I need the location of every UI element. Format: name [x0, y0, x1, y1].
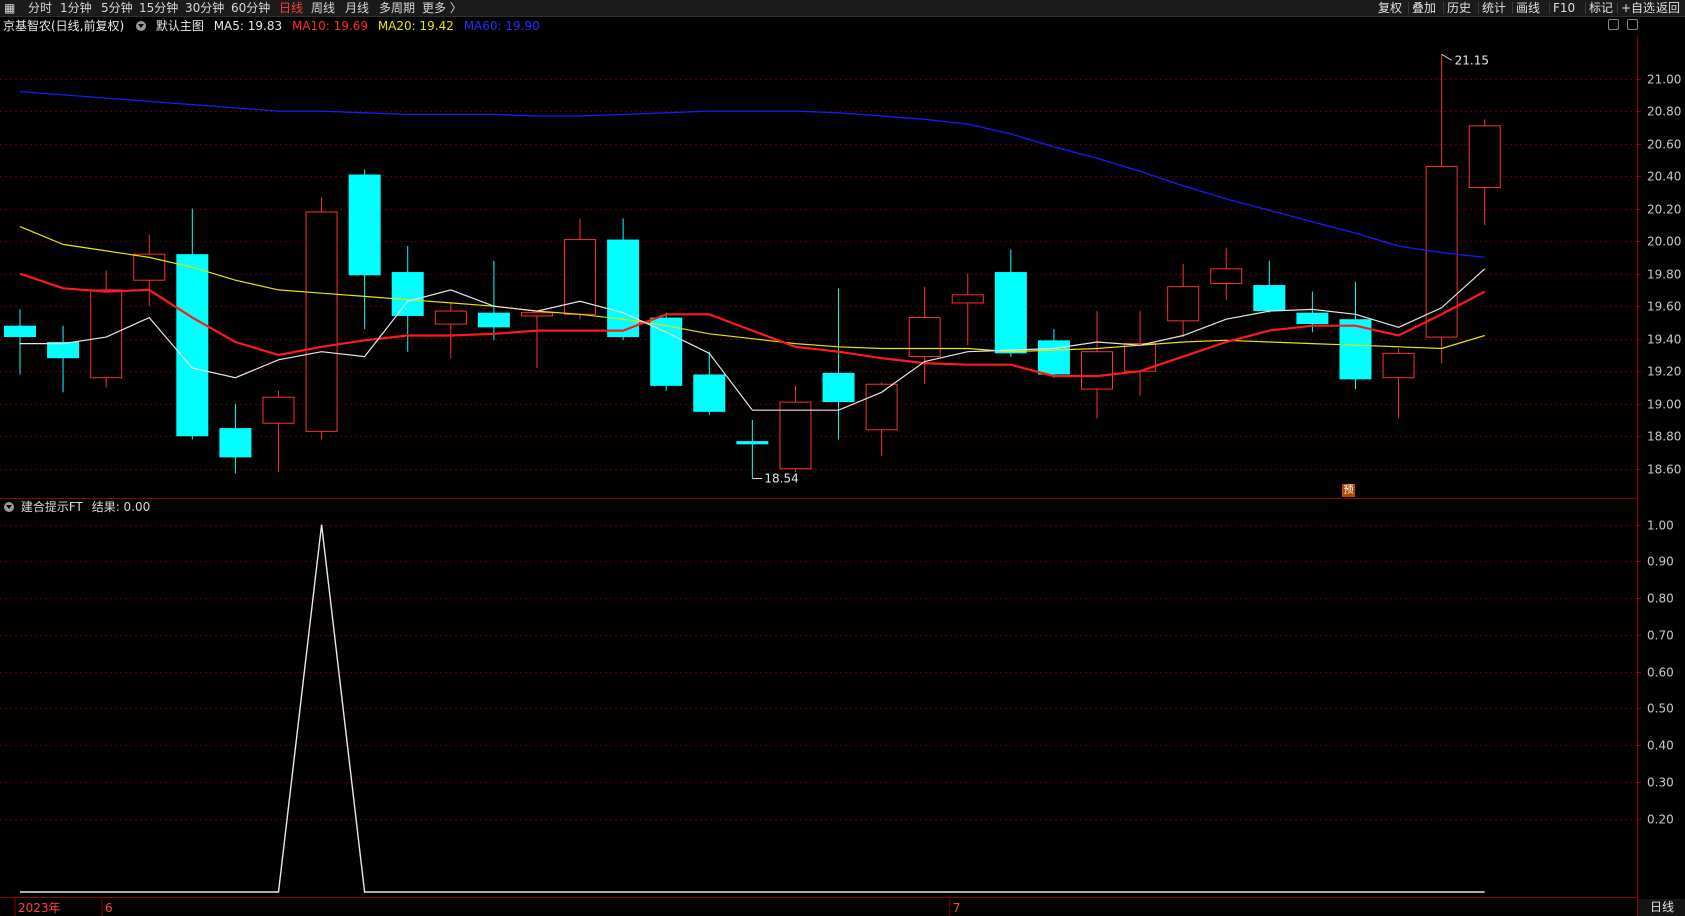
price-tick-label: 18.80 [1647, 430, 1681, 444]
candle-body-down[interactable] [994, 272, 1027, 354]
candle-body-up[interactable] [779, 401, 812, 470]
indicator-tick-label: 0.80 [1647, 592, 1674, 606]
candle-body-up[interactable] [908, 317, 941, 358]
candle-body-down[interactable] [607, 239, 640, 338]
price-tick-label: 19.60 [1647, 300, 1681, 314]
price-tick-label: 20.40 [1647, 170, 1681, 184]
candle-body-down[interactable] [693, 374, 726, 412]
indicator-tick-label: 0.20 [1647, 813, 1674, 827]
candle-body-up[interactable] [1468, 125, 1501, 189]
candle-body-up[interactable] [1081, 351, 1113, 390]
candle-body-down[interactable] [348, 174, 381, 276]
price-tick-label: 19.40 [1647, 333, 1681, 347]
date-label: 7 [953, 901, 961, 915]
candle-body-down[interactable] [47, 341, 80, 359]
high-price-label: 21.15 [1455, 53, 1489, 67]
indicator-tick-label: 0.30 [1647, 776, 1674, 790]
candle-body-up[interactable] [1382, 352, 1415, 379]
price-tick-label: 19.00 [1647, 398, 1681, 412]
candle-body-up[interactable] [1210, 268, 1243, 284]
candle-body-up[interactable] [520, 312, 553, 317]
forecast-marker[interactable]: 预 [1342, 484, 1355, 497]
candle-body-down[interactable] [176, 254, 209, 437]
indicator-tick-label: 0.70 [1647, 629, 1674, 643]
indicator-line [20, 524, 1485, 893]
candle-body-up[interactable] [262, 396, 295, 424]
candle-body-down[interactable] [822, 372, 855, 403]
candle-body-down[interactable] [391, 272, 424, 316]
candle-body-up[interactable] [1167, 286, 1200, 322]
indicator-tick-label: 0.60 [1647, 666, 1674, 680]
indicator-tick-label: 0.90 [1647, 555, 1674, 569]
date-label: 6 [105, 901, 113, 915]
candle-body-down[interactable] [219, 428, 252, 458]
candle-body-down[interactable] [1037, 340, 1070, 375]
indicator-tick-label: 0.50 [1647, 702, 1674, 716]
price-tick-label: 20.20 [1647, 203, 1681, 217]
indicator-tick-label: 0.40 [1647, 739, 1674, 753]
candle-body-up[interactable] [564, 239, 597, 315]
candle-body-up[interactable] [434, 310, 467, 325]
price-tick-label: 18.60 [1647, 463, 1681, 477]
date-label: 2023年 [18, 901, 61, 915]
candle-body-down[interactable] [736, 441, 769, 445]
price-tick-label: 21.00 [1647, 73, 1681, 87]
candle-body-down[interactable] [1296, 312, 1329, 325]
candle-body-up[interactable] [865, 383, 898, 431]
price-tick-label: 19.80 [1647, 268, 1681, 282]
low-price-label: 18.54 [764, 471, 798, 485]
price-tick-label: 20.60 [1647, 138, 1681, 152]
candle-body-up[interactable] [90, 289, 123, 379]
kline-chart[interactable]: 18.60 18.80 19.00 19.20 19.40 19.60 19.80 20.00… [0, 0, 1685, 916]
indicator-tick-label: 1.00 [1647, 519, 1674, 533]
candle-body-down[interactable] [477, 312, 510, 328]
price-tick-label: 20.00 [1647, 235, 1681, 249]
candle-body-down[interactable] [4, 325, 36, 338]
price-tick-label: 19.20 [1647, 365, 1681, 379]
candle-body-up[interactable] [133, 253, 166, 281]
high-pointer [1441, 53, 1452, 61]
candle-body-up[interactable] [951, 294, 984, 304]
price-tick-label: 20.80 [1647, 105, 1681, 119]
ma60-line [19, 90, 1485, 259]
period-label[interactable]: 日线 [1637, 899, 1685, 916]
candle-body-up[interactable] [1425, 165, 1458, 338]
candle-body-down[interactable] [1253, 285, 1286, 312]
candle-body-up[interactable] [305, 211, 338, 432]
